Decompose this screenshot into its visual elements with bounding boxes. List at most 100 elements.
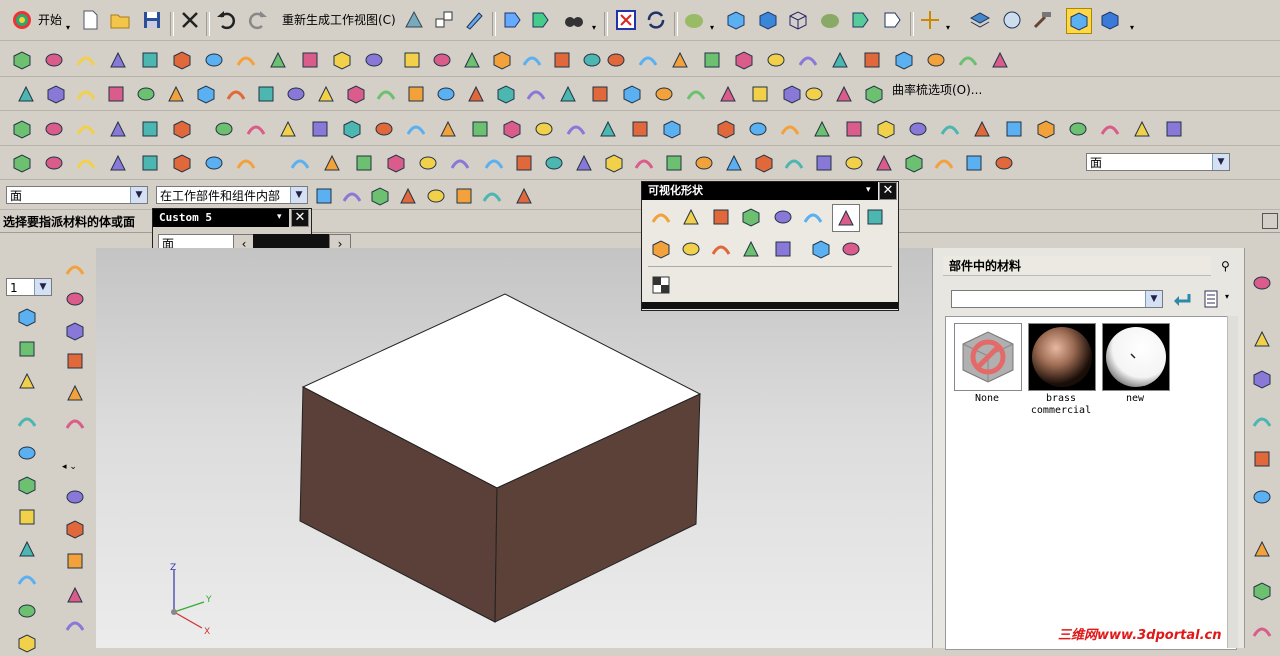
view-options-icon[interactable] (1199, 286, 1225, 312)
materials-search-combo[interactable]: ▼ (951, 290, 1163, 308)
material-new-tile[interactable] (1102, 323, 1170, 391)
pin-icon[interactable]: ⚲ (1221, 259, 1230, 273)
panel-menu-icon[interactable]: ▾ (277, 212, 282, 222)
selection-tool-6-icon[interactable] (452, 184, 476, 208)
curve-tool-1-icon[interactable] (10, 151, 34, 175)
viz-tool-5-icon[interactable] (770, 204, 796, 230)
modeling-tool-29-icon[interactable] (938, 117, 962, 141)
start-menu-logo-icon[interactable] (10, 8, 34, 32)
left-tool-col2-10-icon[interactable] (62, 582, 88, 608)
modeling-tool-27-icon[interactable] (874, 117, 898, 141)
modeling-tool-24-icon[interactable] (778, 117, 802, 141)
viz-tool-3-icon[interactable] (708, 204, 734, 230)
open-folder-icon[interactable] (108, 8, 132, 32)
surface-tool-10-icon[interactable] (298, 48, 322, 72)
view-arrow-2-icon[interactable] (528, 8, 552, 32)
feature-tool-1-icon[interactable] (14, 82, 38, 106)
feature-tool-2-icon[interactable] (44, 82, 68, 106)
left-tool-col2-1-icon[interactable] (62, 256, 88, 282)
panel-menu-icon[interactable]: ▾ (866, 185, 871, 195)
left-tool-6-icon[interactable] (14, 472, 40, 498)
modeling-tool-30-icon[interactable] (970, 117, 994, 141)
modeling-tool-35-icon[interactable] (1130, 117, 1154, 141)
dropdown-icon[interactable]: ▾ (1225, 292, 1229, 301)
feature-tool-5-icon[interactable] (134, 82, 158, 106)
surface-tool-31-icon[interactable] (956, 48, 980, 72)
viz-tool-13-icon[interactable] (770, 236, 796, 262)
left-tool-col2-6-icon[interactable] (62, 410, 88, 436)
curve-tool-5-icon[interactable] (138, 151, 162, 175)
curve-tool-29-icon[interactable] (902, 151, 926, 175)
curve-tool-16-icon[interactable] (512, 151, 536, 175)
chevron-down-icon[interactable]: ▼ (1212, 154, 1229, 170)
surface-tool-4-icon[interactable] (106, 48, 130, 72)
left-tool-3-icon[interactable] (14, 368, 40, 394)
viz-tool-4-icon[interactable] (738, 204, 764, 230)
left-tool-7-icon[interactable] (14, 504, 40, 530)
viz-tool-6-icon[interactable] (800, 204, 826, 230)
chevron-down-icon[interactable]: ▼ (1145, 291, 1162, 307)
surface-tool-7-icon[interactable] (202, 48, 226, 72)
feature-tool-4-icon[interactable] (104, 82, 128, 106)
feature-tool-21-icon[interactable] (620, 82, 644, 106)
feature-tool-3-icon[interactable] (74, 82, 98, 106)
modeling-tool-17-icon[interactable] (532, 117, 556, 141)
chevron-down-icon[interactable]: ▼ (130, 187, 147, 203)
selection-tool-3-icon[interactable] (368, 184, 392, 208)
curve-tool-9-icon[interactable] (288, 151, 312, 175)
surface-tool-9-icon[interactable] (266, 48, 290, 72)
left-tool-2-icon[interactable] (14, 336, 40, 362)
shaded-cube-icon[interactable] (724, 8, 748, 32)
curve-tool-17-icon[interactable] (542, 151, 566, 175)
curve-tool-26-icon[interactable] (812, 151, 836, 175)
viz-tool-1-icon[interactable] (648, 204, 674, 230)
left-tool-5-icon[interactable] (14, 440, 40, 466)
regenerate-work-view-button[interactable]: 重新生成工作视图(C) (282, 8, 396, 32)
surface-tool-3-icon[interactable] (74, 48, 98, 72)
modeling-tool-16-icon[interactable] (500, 117, 524, 141)
fit-view-icon[interactable] (614, 8, 638, 32)
dropdown-icon[interactable]: ▾ (708, 8, 716, 32)
curve-tool-19-icon[interactable] (602, 151, 626, 175)
selection-tool-5-icon[interactable] (424, 184, 448, 208)
modeling-tool-5-icon[interactable] (138, 117, 162, 141)
left-tool-9-icon[interactable] (14, 566, 40, 592)
curve-tool-28-icon[interactable] (872, 151, 896, 175)
expand-arrows-icon[interactable]: ◂ ⌄ (62, 462, 77, 472)
selection-tool-1-icon[interactable] (312, 184, 336, 208)
face-filter-combo[interactable]: 面 ▼ (1086, 153, 1230, 171)
curve-tool-25-icon[interactable] (782, 151, 806, 175)
modeling-tool-8-icon[interactable] (244, 117, 268, 141)
viz-tool-11-icon[interactable] (708, 236, 734, 262)
feature-tool-22-icon[interactable] (652, 82, 676, 106)
dropdown-icon[interactable]: ▾ (944, 8, 952, 32)
modeling-tool-31-icon[interactable] (1002, 117, 1026, 141)
viz-tool-7-icon[interactable] (832, 204, 860, 232)
left-tool-col2-4-icon[interactable] (62, 348, 88, 374)
modeling-tool-1-icon[interactable] (10, 117, 34, 141)
feature-tool-23-icon[interactable] (684, 82, 708, 106)
curve-tool-15-icon[interactable] (482, 151, 506, 175)
viz-tool-2-icon[interactable] (678, 204, 704, 230)
resource-tab-8-icon[interactable] (1249, 578, 1275, 604)
resource-tab-3-icon[interactable] (1249, 366, 1275, 392)
feature-tool-29-icon[interactable] (862, 82, 886, 106)
view-arrow-icon[interactable] (500, 8, 524, 32)
feature-tool-12-icon[interactable] (344, 82, 368, 106)
modeling-tool-34-icon[interactable] (1098, 117, 1122, 141)
feature-tool-15-icon[interactable] (434, 82, 458, 106)
chevron-down-icon[interactable]: ▼ (290, 187, 307, 203)
selection-tool-7-icon[interactable] (480, 184, 504, 208)
feature-tool-18-icon[interactable] (524, 82, 548, 106)
curve-tool-10-icon[interactable] (320, 151, 344, 175)
modeling-tool-2-icon[interactable] (42, 117, 66, 141)
left-tool-col2-3-icon[interactable] (62, 318, 88, 344)
curve-tool-18-icon[interactable] (572, 151, 596, 175)
surface-tool-8-icon[interactable] (234, 48, 258, 72)
feature-tool-11-icon[interactable] (314, 82, 338, 106)
dropdown-icon[interactable]: ▾ (1128, 8, 1136, 32)
type-filter-combo[interactable]: 面 ▼ (6, 186, 148, 204)
left-tool-col2-9-icon[interactable] (62, 548, 88, 574)
undo-icon[interactable] (214, 8, 238, 32)
left-tool-11-icon[interactable] (14, 630, 40, 656)
